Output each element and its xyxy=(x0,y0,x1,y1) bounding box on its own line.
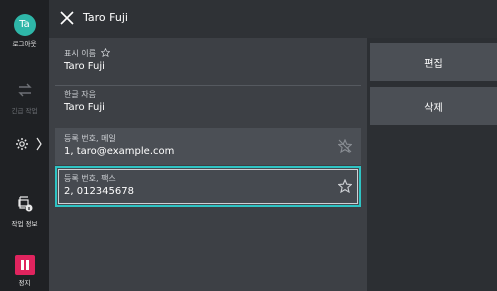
star-icon[interactable] xyxy=(338,179,352,193)
user-avatar: Ta xyxy=(13,14,36,36)
logout-label: 로그아웃 xyxy=(12,40,37,48)
left-sidebar: Ta 로그아웃 긴급 작업 작업 정보 정지 xyxy=(0,0,49,291)
phonetic-name-row: 한글 자음 Taro Fuji xyxy=(55,89,361,123)
logout-button[interactable]: Ta 로그아웃 xyxy=(0,14,49,48)
phonetic-name-label: 한글 자음 xyxy=(64,90,96,99)
phonetic-name-value: Taro Fuji xyxy=(64,102,105,113)
display-name-row: 표시 이름 Taro Fuji xyxy=(55,47,361,84)
gear-icon xyxy=(15,138,28,150)
row-divider xyxy=(55,85,361,86)
job-info-icon xyxy=(17,196,32,212)
transfer-button[interactable]: 긴급 작업 xyxy=(0,82,49,115)
fax-row-value: 2, 012345678 xyxy=(64,186,134,197)
job-info-label: 작업 정보 xyxy=(11,220,38,228)
settings-button[interactable] xyxy=(0,136,49,155)
close-icon[interactable] xyxy=(58,9,76,27)
page-title: Taro Fuji xyxy=(83,11,128,24)
job-info-button[interactable]: 작업 정보 xyxy=(0,196,49,228)
stop-button[interactable]: 정지 xyxy=(0,255,49,287)
edit-button[interactable]: 편집 xyxy=(370,43,497,81)
fax-row[interactable]: 등록 번호, 팩스 2, 012345678 xyxy=(55,166,361,207)
contact-detail-list: 표시 이름 Taro Fuji 한글 자음 Taro Fuji 등록 번호, 메… xyxy=(49,38,367,291)
transfer-arrows-icon xyxy=(17,83,32,97)
chevron-right-icon xyxy=(36,137,42,151)
star-disabled-icon[interactable] xyxy=(338,139,352,153)
email-row-label: 등록 번호, 메일 xyxy=(64,134,116,143)
transfer-label: 긴급 작업 xyxy=(11,107,38,115)
email-row[interactable]: 등록 번호, 메일 1, taro@example.com xyxy=(55,128,361,165)
star-outline-icon xyxy=(100,47,110,58)
email-row-value: 1, taro@example.com xyxy=(64,146,175,157)
fax-row-label: 등록 번호, 팩스 xyxy=(64,174,116,183)
stop-label: 정지 xyxy=(18,279,31,287)
display-name-label: 표시 이름 xyxy=(64,49,96,58)
header-bar: Taro Fuji xyxy=(49,0,497,38)
delete-button[interactable]: 삭제 xyxy=(370,87,497,125)
display-name-value: Taro Fuji xyxy=(64,61,105,72)
stop-icon xyxy=(14,255,35,275)
action-panel: 편집 삭제 xyxy=(367,38,497,291)
